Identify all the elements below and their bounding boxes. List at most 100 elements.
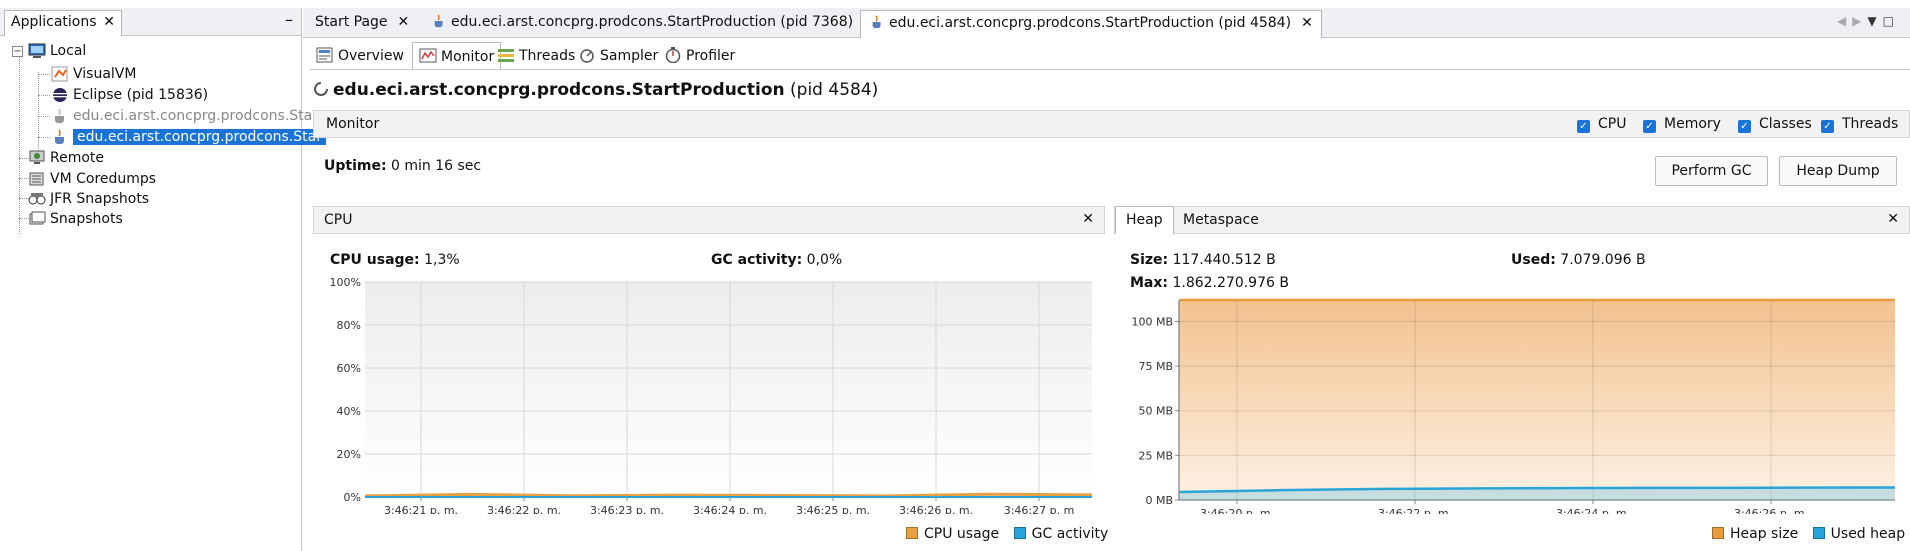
y-tick-label: 0 MB	[1145, 494, 1173, 507]
check-icon: ✓	[1821, 120, 1834, 133]
legend-label: Used heap	[1830, 526, 1906, 542]
heap-dump-button[interactable]: Heap Dump	[1779, 156, 1897, 186]
tab-pid-4584[interactable]: edu.eci.arst.concprg.prodcons.StartProdu…	[860, 10, 1322, 38]
checkbox-label: CPU	[1598, 116, 1627, 132]
maximize-icon[interactable]: □	[1883, 14, 1900, 28]
java-cup-icon	[55, 129, 64, 144]
stat-value: 0,0%	[806, 252, 843, 268]
legend-swatch-gc	[1013, 527, 1026, 539]
stat-label: CPU usage:	[330, 252, 420, 268]
tree-item-app-7368[interactable]: edu.eci.arst.concprg.prodcons.Star	[51, 105, 318, 127]
gc-activity-stat: GC activity: 0,0%	[711, 252, 842, 268]
computer-icon	[28, 43, 46, 58]
legend-label: GC activity	[1031, 526, 1109, 542]
legend-swatch-used-heap	[1812, 527, 1825, 539]
legend-label: Heap size	[1730, 526, 1799, 542]
x-tick-label: 3:46:21 p. m.	[384, 504, 458, 514]
stat-label: Max:	[1130, 275, 1169, 291]
tab-label: edu.eci.arst.concprg.prodcons.StartProdu…	[889, 15, 1292, 31]
legend-label: CPU usage	[924, 526, 1000, 542]
check-icon: ✓	[1643, 120, 1656, 133]
applications-tabbar: Applications ✕ –	[0, 8, 301, 36]
classes-checkbox[interactable]: ✓ Classes	[1738, 116, 1812, 133]
tab-heap[interactable]: Heap	[1115, 206, 1174, 234]
app-pid: (pid 4584)	[790, 80, 879, 100]
tree-label-app-4584: edu.eci.arst.concprg.prodcons.Star	[73, 129, 326, 145]
heap-used-stat: Used: 7.079.096 B	[1511, 252, 1646, 268]
memory-checkbox[interactable]: ✓ Memory	[1643, 116, 1721, 133]
heap-size-stat: Size: 117.440.512 B	[1130, 252, 1276, 268]
tree-item-snapshots[interactable]: Snapshots	[28, 208, 123, 230]
tree-item-local[interactable]: Local	[28, 40, 86, 62]
tree-item-jfr[interactable]: JFR Snapshots	[28, 188, 149, 210]
jfr-icon	[28, 193, 46, 205]
plot-area	[365, 282, 1092, 497]
right-arrow-icon[interactable]: ▶	[1852, 14, 1867, 28]
close-icon[interactable]: ✕	[398, 14, 410, 30]
cpu-panel-header: CPU ✕	[313, 206, 1105, 234]
cpu-checkbox[interactable]: ✓ CPU	[1577, 116, 1626, 133]
tab-label: Sampler	[600, 48, 659, 64]
left-arrow-icon[interactable]: ◀	[1837, 14, 1852, 28]
series-line-cpu-usage	[364, 492, 1093, 498]
loading-spinner-icon	[314, 82, 328, 96]
applications-tab[interactable]: Applications ✕	[4, 10, 122, 36]
x-tick-label: 3:46:24 p. m.	[1556, 507, 1630, 514]
stat-value: 7.079.096 B	[1560, 252, 1646, 268]
tree-label-app-7368: edu.eci.arst.concprg.prodcons.Star	[73, 108, 318, 124]
threads-checkbox[interactable]: ✓ Threads	[1821, 116, 1898, 133]
x-tick-label: 3:46:23 p. m.	[590, 504, 664, 514]
dropdown-icon[interactable]: ▼	[1867, 14, 1882, 28]
tab-label: edu.eci.arst.concprg.prodcons.StartProdu…	[451, 14, 854, 30]
close-icon[interactable]: ✕	[1301, 15, 1313, 31]
uptime-label: Uptime:	[324, 158, 387, 174]
checkbox-label: Memory	[1664, 116, 1721, 132]
close-icon[interactable]: ✕	[1082, 211, 1094, 227]
check-icon: ✓	[1577, 120, 1590, 133]
tab-overview[interactable]: Overview	[310, 42, 410, 70]
y-tick-label: 100%	[330, 278, 361, 289]
stat-label: Used:	[1511, 252, 1556, 268]
x-tick-label: 3:46:27 p. m	[1004, 504, 1075, 514]
document-tabbar: Start Page ✕ edu.eci.arst.concprg.prodcon…	[303, 8, 1910, 38]
tab-sampler[interactable]: Sampler	[572, 42, 664, 70]
tab-metaspace[interactable]: Metaspace	[1183, 212, 1259, 228]
y-tick-label: 60%	[337, 362, 361, 375]
cpu-chart: 100% 80% 60% 40% 20% 0% 3:46:21 p. m. 3:46:22 p…	[330, 278, 1093, 514]
close-icon[interactable]: ✕	[103, 14, 115, 30]
stat-value: 1.862.270.976 B	[1172, 275, 1289, 291]
stat-value: 1,3%	[424, 252, 460, 268]
tab-label: Profiler	[686, 48, 736, 64]
minimize-icon[interactable]: –	[285, 10, 293, 29]
tree-label-snapshots: Snapshots	[50, 211, 123, 227]
stat-label: Size:	[1130, 252, 1169, 268]
tab-profiler[interactable]: Profiler	[658, 42, 741, 70]
collapse-icon[interactable]: −	[12, 46, 23, 57]
view-tabbar: Overview Monitor Threads Sampler Profile…	[310, 40, 1910, 70]
monitor-label: Monitor	[326, 116, 380, 132]
tree-label-local: Local	[50, 43, 87, 59]
close-icon[interactable]: ✕	[1887, 211, 1899, 227]
tree-item-visualvm[interactable]: VisualVM	[51, 63, 136, 85]
tab-threads[interactable]: Threads	[491, 42, 581, 70]
tree-item-coredumps[interactable]: VM Coredumps	[28, 168, 156, 190]
tree-item-app-4584[interactable]: edu.eci.arst.concprg.prodcons.Star	[51, 126, 326, 148]
tree-label-jfr: JFR Snapshots	[50, 191, 150, 207]
checkbox-label: Classes	[1759, 116, 1812, 132]
tab-monitor[interactable]: Monitor	[412, 42, 502, 70]
java-cup-icon	[434, 14, 443, 28]
tree-item-eclipse[interactable]: Eclipse (pid 15836)	[51, 84, 208, 106]
tab-navigation[interactable]: ◀▶▼□	[1837, 14, 1900, 28]
uptime-value: 0 min 16 sec	[391, 158, 482, 174]
snapshot-icon	[29, 211, 46, 225]
y-tick-label: 0%	[344, 491, 361, 504]
tab-pid-7368[interactable]: edu.eci.arst.concprg.prodcons.StartProdu…	[423, 10, 883, 38]
perform-gc-button[interactable]: Perform GC	[1655, 156, 1768, 186]
heap-chart: 100 MB 75 MB 50 MB 25 MB 0 MB 3:46:20 p. m. 3:…	[1131, 298, 1896, 514]
java-cup-icon	[872, 15, 881, 29]
y-tick-label: 40%	[337, 405, 361, 418]
tree-item-remote[interactable]: Remote	[28, 147, 104, 169]
tab-start-page[interactable]: Start Page ✕	[307, 10, 417, 38]
divider	[310, 69, 1910, 70]
y-tick-label: 50 MB	[1138, 405, 1173, 418]
